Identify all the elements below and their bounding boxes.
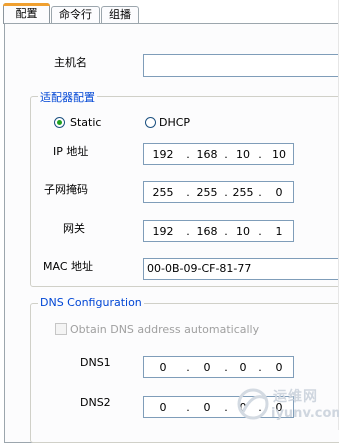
tab-command-line[interactable]: 命令行 <box>51 6 100 23</box>
dhcp-label: DHCP <box>159 116 191 129</box>
dns1-octet-4: 0 <box>275 360 283 374</box>
mac-address-value: 00-0B-09-CF-81-77 <box>147 262 252 275</box>
mask-octet-3: 255 <box>232 185 254 199</box>
tab-config[interactable]: 配置 <box>3 3 50 24</box>
tab-bar: 配置 命令行 组播 <box>0 0 339 24</box>
mac-address-input[interactable]: 00-0B-09-CF-81-77 <box>143 258 339 280</box>
static-radio[interactable] <box>54 117 65 128</box>
gateway-label: 网关 <box>63 222 85 235</box>
site-watermark-logo: 运维网 iyunv.com <box>233 382 339 426</box>
dns1-input[interactable]: 0 . 0 . 0 . 0 <box>143 356 294 378</box>
ip-octet-4: 10 <box>272 147 286 161</box>
obtain-dns-auto-checkbox[interactable] <box>55 323 67 335</box>
dns1-octet-1: 0 <box>159 360 167 374</box>
dhcp-radio[interactable] <box>145 117 156 128</box>
watermark-text-1: 运维网 <box>273 389 318 405</box>
ip-octet-3: 10 <box>236 147 250 161</box>
subnet-mask-label: 子网掩码 <box>44 183 88 196</box>
tab-multicast-label: 组播 <box>109 8 131 21</box>
dns2-octet-1: 0 <box>159 400 167 414</box>
ip-octet-2: 168 <box>196 147 218 161</box>
dns1-octet-3: 0 <box>239 360 247 374</box>
ip-address-input[interactable]: 192 . 168 . 10 . 10 <box>143 143 294 165</box>
gateway-octet-2: 168 <box>196 224 218 238</box>
ip-octet-1: 192 <box>152 147 174 161</box>
dns1-octet-2: 0 <box>203 360 211 374</box>
dns-group-title: DNS Configuration <box>38 296 144 309</box>
watermark-text-2: iyunv.com <box>271 406 339 421</box>
tab-multicast[interactable]: 组播 <box>101 6 139 23</box>
dns1-label: DNS1 <box>80 356 111 369</box>
hostname-input[interactable] <box>143 54 339 77</box>
obtain-dns-auto-label: Obtain DNS address automatically <box>70 323 260 336</box>
gateway-input[interactable]: 192 . 168 . 10 . 1 <box>143 220 294 242</box>
mask-octet-2: 255 <box>196 185 218 199</box>
dns2-octet-2: 0 <box>203 400 211 414</box>
gateway-octet-3: 10 <box>236 224 250 238</box>
ip-address-label: IP 地址 <box>53 145 89 158</box>
adapter-group-title: 适配器配置 <box>38 89 97 105</box>
watermark-logo-icon <box>237 388 269 420</box>
hostname-label: 主机名 <box>54 56 87 69</box>
tab-config-label: 配置 <box>15 7 38 20</box>
mask-octet-4: 0 <box>275 185 283 199</box>
mac-address-label: MAC 地址 <box>43 260 93 273</box>
static-label: Static <box>70 116 102 129</box>
gateway-octet-1: 192 <box>152 224 174 238</box>
gateway-octet-4: 1 <box>275 224 283 238</box>
tab-command-line-label: 命令行 <box>59 8 92 21</box>
mask-octet-1: 255 <box>152 185 174 199</box>
subnet-mask-input[interactable]: 255 . 255 . 255 . 0 <box>143 181 294 203</box>
dns2-label: DNS2 <box>80 396 111 409</box>
